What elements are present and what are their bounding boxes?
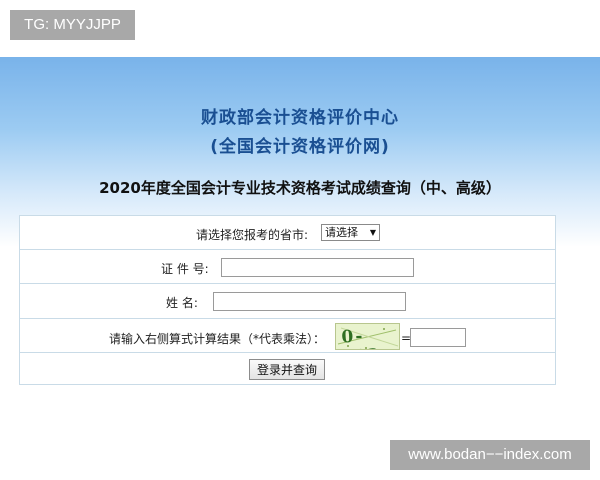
watermark: www.bodan−−index.com [390, 440, 590, 470]
org-subname: (全国会计资格评价网) [210, 137, 390, 157]
id-number-row: 证 件 号: [20, 250, 555, 284]
submit-row: 登录并查询 [20, 353, 555, 384]
province-row: 请选择您报考的省市: 请选择 ▼ [20, 216, 555, 250]
province-select-value: 请选择 [325, 226, 358, 239]
name-label: 姓 名: [166, 296, 198, 310]
dropdown-arrow-icon: ▼ [369, 228, 376, 237]
login-query-button[interactable]: 登录并查询 [249, 359, 325, 380]
score-query-form: 请选择您报考的省市: 请选择 ▼ 证 件 号: 姓 名: 请输入右侧算式计算结果… [19, 215, 556, 385]
id-number-label: 证 件 号: [161, 262, 209, 276]
name-input[interactable] [213, 292, 406, 311]
name-row: 姓 名: [20, 284, 555, 319]
captcha-label: 请输入右侧算式计算结果（*代表乘法）： [109, 332, 326, 346]
captcha-answer-input[interactable] [410, 328, 466, 347]
org-name: 财政部会计资格评价中心 [201, 108, 399, 128]
province-select[interactable]: 请选择 ▼ [321, 224, 380, 241]
captcha-expression: 0-4*3 [340, 326, 382, 349]
captcha-image[interactable]: 0-4*3 [335, 323, 400, 350]
province-label: 请选择您报考的省市: [196, 228, 309, 242]
captcha-row: 请输入右侧算式计算结果（*代表乘法）： 0-4*3 = [20, 319, 555, 353]
page-title: 2020年度全国会计专业技术资格考试成绩查询（中、高级） [99, 179, 501, 197]
tg-label: TG: MYYJJPP [10, 10, 135, 40]
id-number-input[interactable] [221, 258, 414, 277]
